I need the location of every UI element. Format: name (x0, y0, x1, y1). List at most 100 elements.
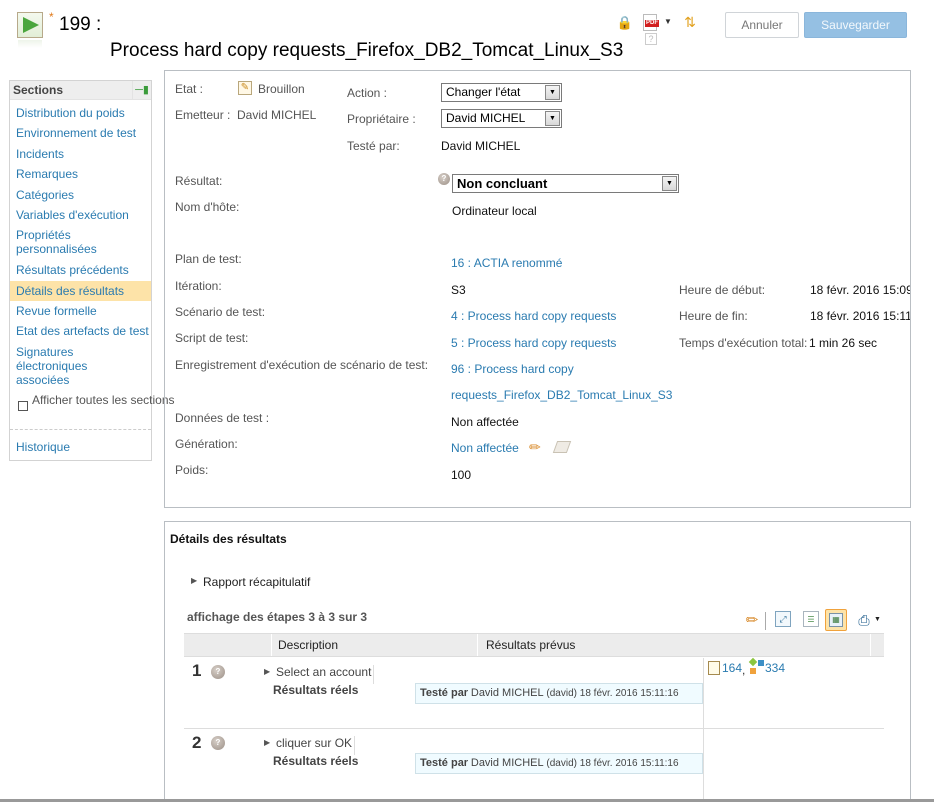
record-id: 199 : (59, 14, 102, 35)
state-label: Etat : (175, 82, 204, 96)
sidebar-item-custom-attributes[interactable]: Propriétés personnalisées (10, 228, 120, 256)
chevron-down-icon[interactable]: ▼ (545, 111, 560, 126)
sidebar-divider (10, 429, 151, 430)
expand-triangle-icon[interactable]: ▶ (264, 738, 270, 747)
test-case-link[interactable]: 4 : Process hard copy requests (451, 309, 616, 323)
test-execution-play-icon (17, 12, 43, 38)
save-button[interactable]: Sauvegarder (804, 12, 907, 38)
result-label: Résultat: (175, 174, 223, 188)
print-icon[interactable]: ⎙ (855, 611, 873, 629)
sidebar-item-electronic-signatures[interactable]: Signatures électroniques associées (10, 345, 100, 387)
test-case-label: Scénario de test: (175, 305, 266, 319)
execution-record-link-cont[interactable]: requests_Firefox_DB2_Tomcat_Linux_S3 (451, 388, 672, 402)
tested-by-label: Testé par: (347, 139, 400, 153)
start-time-label: Heure de début: (679, 283, 766, 297)
cancel-button[interactable]: Annuler (725, 12, 799, 38)
attachment-icon (708, 661, 720, 675)
sidebar-item-execution-variables[interactable]: Variables d'exécution (10, 208, 151, 222)
step-number: 1 (192, 661, 202, 680)
chevron-down-icon[interactable]: ▼ (662, 176, 677, 191)
iteration-label: Itération: (175, 279, 222, 293)
execution-record-link[interactable]: 96 : Process hard copy (451, 362, 574, 376)
grid-view-icon: ▦ (829, 613, 843, 627)
help-icon[interactable]: ? (645, 33, 657, 45)
show-all-checkbox[interactable] (18, 401, 28, 411)
test-plan-label: Plan de test: (175, 252, 242, 266)
tested-on: 18 févr. 2016 15:11:16 (579, 758, 679, 769)
expand-triangle-icon[interactable]: ▶ (264, 667, 270, 676)
chevron-down-icon[interactable]: ▼ (874, 616, 881, 623)
owner-select[interactable]: David MICHEL ▼ (441, 109, 562, 128)
summary-report-toggle[interactable]: Rapport récapitulatif (203, 575, 310, 589)
attachment-count-link[interactable]: 164 (722, 661, 742, 675)
sidebar-header: Sections ─▮ (10, 81, 151, 100)
step-description[interactable]: Select an account (276, 665, 375, 684)
column-divider (477, 634, 478, 656)
link-separator: , (742, 663, 746, 677)
edit-pencil-icon[interactable]: ✏ (743, 611, 761, 629)
column-divider (271, 634, 272, 656)
iteration-value: S3 (451, 283, 466, 297)
end-time-value: 18 févr. 2016 15:11:16 (810, 309, 910, 323)
weight-value: 100 (451, 468, 472, 482)
issuer-label: Emetteur : (175, 108, 231, 122)
expand-triangle-icon[interactable]: ▶ (191, 576, 197, 585)
column-divider (870, 634, 871, 656)
refresh-icon[interactable]: ⇅ (681, 13, 699, 31)
grid-view-toggle[interactable]: ▦ (825, 609, 847, 631)
list-view-icon[interactable]: ☰ (803, 611, 819, 627)
result-status-icon: ? (438, 173, 450, 185)
result-select[interactable]: Non concluant ▼ (452, 174, 679, 193)
sidebar-item-previous-results[interactable]: Résultats précédents (10, 263, 151, 277)
actual-results-label: Résultats réels (273, 683, 359, 697)
play-icon-reflection (18, 40, 42, 48)
tested-by-banner: Testé par David MICHEL (david) 18 févr. … (415, 753, 703, 774)
sidebar-item-defects[interactable]: Incidents (10, 147, 151, 161)
action-label: Action : (347, 86, 388, 100)
owner-select-value: David MICHEL (446, 111, 526, 125)
actual-results-label: Résultats réels (273, 754, 359, 768)
host-value: Ordinateur local (452, 204, 537, 218)
action-select[interactable]: Changer l'état ▼ (441, 83, 562, 102)
edit-state-icon: ✎ (238, 81, 252, 95)
tested-by-prefix: Testé par (420, 687, 469, 699)
sidebar-item-test-artifact-state[interactable]: Etat des artefacts de test (10, 324, 151, 338)
column-header-expected-results[interactable]: Résultats prévus (486, 638, 575, 652)
test-script-link[interactable]: 5 : Process hard copy requests (451, 336, 616, 350)
sidebar-item-test-environment[interactable]: Environnement de test (10, 126, 151, 140)
sidebar-item-comments[interactable]: Remarques (10, 167, 151, 181)
step-status-icon: ? (211, 736, 225, 750)
test-script-label: Script de test: (175, 331, 249, 345)
end-time-label: Heure de fin: (679, 309, 748, 323)
toolbar-separator (765, 612, 766, 630)
sidebar-item-weight-distribution[interactable]: Distribution du poids (10, 106, 151, 120)
pencil-icon[interactable]: ✏ (529, 439, 541, 456)
sidebar-item-categories[interactable]: Catégories (10, 188, 151, 202)
requirement-count-link[interactable]: 334 (765, 661, 785, 675)
column-header-description[interactable]: Description (278, 638, 338, 652)
test-data-value: Non affectée (451, 415, 519, 429)
chevron-down-icon[interactable]: ▼ (664, 17, 672, 26)
pdf-icon[interactable]: PDF (643, 14, 659, 31)
test-plan-link[interactable]: 16 : ACTIA renommé (451, 256, 562, 270)
step-number: 2 (192, 733, 202, 752)
build-link[interactable]: Non affectée (451, 441, 519, 455)
maximize-icon[interactable]: ⤢ (775, 611, 791, 627)
weight-label: Poids: (175, 463, 209, 477)
show-all-label: Afficher toutes les sections (32, 393, 175, 407)
page-title: Process hard copy requests_Firefox_DB2_T… (110, 40, 624, 61)
chevron-down-icon[interactable]: ▼ (545, 85, 560, 100)
step-description[interactable]: cliquer sur OK (276, 736, 356, 755)
sidebar-item-result-details[interactable]: Détails des résultats (10, 281, 151, 301)
sections-sidebar: Sections ─▮ Distribution du poids Enviro… (9, 80, 175, 461)
tested-by-user: (david) (546, 688, 577, 699)
sidebar-item-history[interactable]: Historique (10, 440, 151, 454)
test-data-label: Données de test : (175, 411, 270, 425)
sidebar-item-formal-review[interactable]: Revue formelle (10, 304, 151, 318)
pin-icon[interactable]: ─▮ (132, 81, 151, 100)
result-select-value: Non concluant (457, 176, 548, 191)
lock-sync-icon[interactable]: 🔒 (616, 14, 634, 32)
result-details-title: Détails des résultats (170, 532, 287, 546)
action-select-value: Changer l'état (446, 85, 521, 99)
execution-record-label: Enregistrement d'exécution de scénario d… (175, 358, 429, 372)
